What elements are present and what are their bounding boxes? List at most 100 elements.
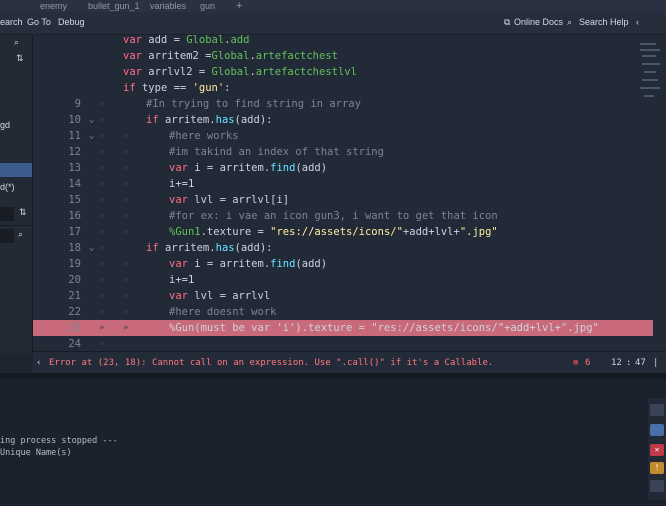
line-number[interactable]: 13 (49, 160, 81, 176)
code-text[interactable]: #here doesnt work (169, 304, 276, 320)
indent-marker-icon: » (123, 291, 129, 301)
code-line[interactable]: 24 » (33, 336, 653, 351)
code-line[interactable]: 12 » » #im takind an index of that string (33, 144, 653, 160)
tab-gun[interactable]: gun (200, 0, 215, 12)
code-line[interactable]: 13 » » var i = arritem.find(add) (33, 160, 653, 176)
code-text[interactable]: if type == 'gun': (123, 80, 231, 96)
code-text[interactable]: i+=1 (169, 272, 194, 288)
add-tab-icon[interactable]: + (236, 0, 242, 12)
error-message[interactable]: Error at (23, 18): Cannot call on an exp… (49, 352, 493, 374)
code-text[interactable]: var i = arritem.find(add) (169, 160, 327, 176)
error-count[interactable]: 6 (585, 352, 590, 374)
error-icon[interactable]: ⊗ (573, 352, 578, 374)
code-line[interactable]: 22 » » #here doesnt work (33, 304, 653, 320)
indent-marker-icon: » (99, 323, 105, 333)
error-filter-icon[interactable]: ✕ (650, 444, 664, 456)
code-line[interactable]: 15 » » var lvl = arrlvl[i] (33, 192, 653, 208)
minimap[interactable] (636, 35, 666, 115)
code-text[interactable]: %Gun(must be var 'i').texture = "res://a… (169, 320, 599, 336)
indent-marker-icon: » (99, 211, 105, 221)
code-text[interactable]: #In trying to find string in array (146, 96, 361, 112)
online-docs-link[interactable]: Online Docs (514, 17, 563, 27)
line-number[interactable]: 15 (49, 192, 81, 208)
filter-input[interactable] (0, 207, 14, 221)
code-text[interactable]: #im takind an index of that string (169, 144, 384, 160)
code-line[interactable]: 17 » » %Gun1.texture = "res://assets/icons/… (33, 224, 653, 240)
tab-variables[interactable]: variables (150, 0, 186, 12)
code-line[interactable]: var arrlvl2 = Global.artefactchestlvl (33, 64, 653, 80)
line-number[interactable]: 14 (49, 176, 81, 192)
indent-marker-icon: » (99, 115, 105, 125)
script-list-item-modified[interactable]: d(*) (0, 182, 15, 192)
line-number[interactable]: 21 (49, 288, 81, 304)
code-line[interactable]: 16 » » #for ex: i vae an icon gun3, i want … (33, 208, 653, 224)
filter-icon[interactable] (650, 404, 664, 416)
warning-filter-icon[interactable]: ! (650, 462, 664, 474)
code-text[interactable]: var lvl = arrlvl[i] (169, 192, 289, 208)
indent-marker-icon: » (99, 147, 105, 157)
line-number[interactable]: 16 (49, 208, 81, 224)
line-number[interactable]: 22 (49, 304, 81, 320)
output-line: Unique Name(s) (0, 448, 72, 458)
code-text[interactable]: i+=1 (169, 176, 194, 192)
method-search-icon[interactable]: ⌕ (18, 229, 23, 240)
code-line[interactable]: 9 » #In trying to find string in array (33, 96, 653, 112)
line-number[interactable]: 9 (49, 96, 81, 112)
code-editor[interactable]: var add = Global.add var arritem2 =Global… (33, 35, 666, 351)
collapse-icon[interactable]: ‹ (636, 17, 639, 27)
code-line[interactable]: 11 ⌄ » » #here works (33, 128, 653, 144)
code-text[interactable]: var arritem2 =Global.artefactchest (123, 48, 338, 64)
line-number[interactable]: 12 (49, 144, 81, 160)
line-number[interactable]: 18 (49, 240, 81, 256)
goto-menu[interactable]: Go To (27, 17, 51, 27)
script-list-item[interactable]: gd (0, 120, 10, 130)
fold-arrow-icon[interactable]: ⌄ (89, 112, 94, 128)
script-list-selected[interactable] (0, 163, 32, 177)
search-help-link[interactable]: Search Help (579, 17, 629, 27)
indent-marker-icon: » (99, 291, 105, 301)
code-line[interactable]: 14 » » i+=1 (33, 176, 653, 192)
indent-marker-icon: » (123, 195, 129, 205)
code-text[interactable]: var add = Global.add (123, 35, 249, 48)
code-line[interactable]: 23 » » %Gun(must be var 'i').texture = "res… (33, 320, 653, 336)
code-line[interactable]: var add = Global.add (33, 35, 653, 48)
code-text[interactable]: #for ex: i vae an icon gun3, i want to g… (169, 208, 498, 224)
line-number[interactable]: 10 (49, 112, 81, 128)
code-text[interactable]: var lvl = arrlvl (169, 288, 270, 304)
line-number[interactable]: 17 (49, 224, 81, 240)
indent-marker-icon: » (123, 147, 129, 157)
line-number[interactable]: 23 (49, 320, 81, 336)
copy-icon[interactable] (650, 424, 664, 436)
code-line[interactable]: if type == 'gun': (33, 80, 653, 96)
line-number[interactable]: 24 (49, 336, 81, 351)
code-text[interactable]: var i = arritem.find(add) (169, 256, 327, 272)
fold-arrow-icon[interactable]: ⌄ (89, 240, 94, 256)
code-text[interactable]: if arritem.has(add): (146, 240, 272, 256)
code-line[interactable]: 21 » » var lvl = arrlvl (33, 288, 653, 304)
line-number[interactable]: 20 (49, 272, 81, 288)
method-filter-input[interactable] (0, 229, 14, 243)
line-number[interactable]: 19 (49, 256, 81, 272)
tab-enemy[interactable]: enemy (40, 0, 67, 12)
indent-marker-icon: » (99, 275, 105, 285)
search-menu[interactable]: Search (0, 17, 23, 27)
debug-menu[interactable]: Debug (58, 17, 85, 27)
code-line[interactable]: 10 ⌄ » if arritem.has(add): (33, 112, 653, 128)
sort-icon[interactable]: ⇅ (16, 53, 24, 64)
code-text[interactable]: var arrlvl2 = Global.artefactchestlvl (123, 64, 357, 80)
tab-bullet-gun[interactable]: bullet_gun_1 (88, 0, 140, 12)
toggle-scripts-icon[interactable]: ‹ (36, 352, 41, 374)
code-text[interactable]: if arritem.has(add): (146, 112, 272, 128)
code-line[interactable]: 18 ⌄ » if arritem.has(add): (33, 240, 653, 256)
fold-arrow-icon[interactable]: ⌄ (89, 128, 94, 144)
code-text[interactable]: #here works (169, 128, 239, 144)
indent-marker-icon: » (99, 307, 105, 317)
scrollbar[interactable] (650, 480, 664, 492)
filter-sort-icon[interactable]: ⇅ (19, 207, 27, 218)
code-text[interactable]: %Gun1.texture = "res://assets/icons/"+ad… (169, 224, 498, 240)
code-line[interactable]: 20 » » i+=1 (33, 272, 653, 288)
code-line[interactable]: var arritem2 =Global.artefactchest (33, 48, 653, 64)
line-number[interactable]: 11 (49, 128, 81, 144)
search-icon[interactable]: ⌕ (14, 37, 19, 48)
code-line[interactable]: 19 » » var i = arritem.find(add) (33, 256, 653, 272)
